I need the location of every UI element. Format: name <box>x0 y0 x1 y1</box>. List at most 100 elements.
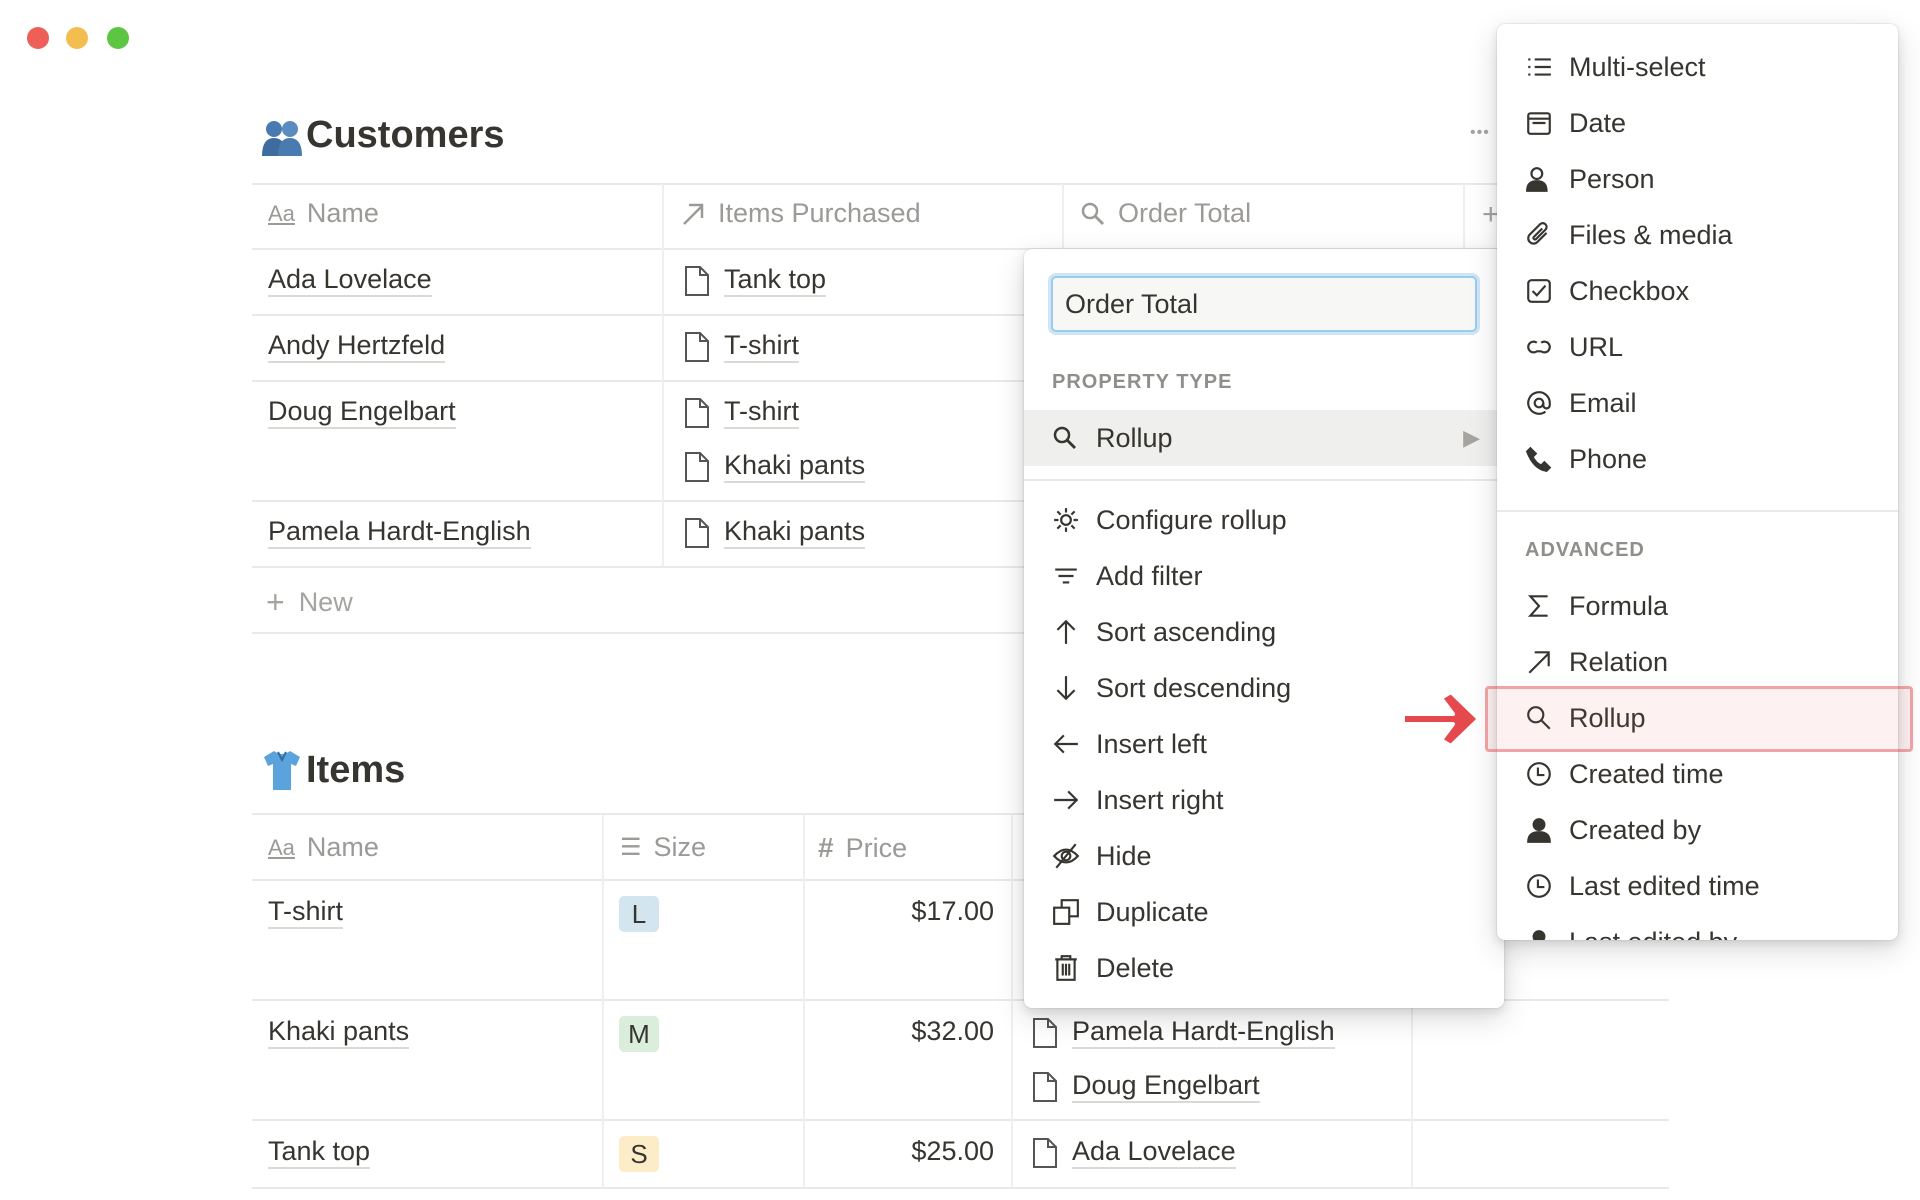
column-header-price[interactable]: # Price <box>818 832 907 864</box>
person-icon <box>1526 167 1548 192</box>
menu-item-add-filter[interactable]: Add filter <box>1024 549 1504 603</box>
item-name[interactable]: T-shirt <box>268 896 344 930</box>
item-name[interactable]: Khaki pants <box>268 1016 410 1050</box>
menu-item-created-time[interactable]: Created time <box>1497 747 1898 801</box>
menu-item-relation[interactable]: Relation <box>1497 635 1898 689</box>
table-row-name[interactable]: Tank top <box>268 1136 371 1170</box>
relation-item[interactable]: Khaki pants <box>684 450 866 484</box>
relation-label: T-shirt <box>724 396 800 430</box>
relation-item[interactable]: Pamela Hardt-English <box>1032 1016 1335 1050</box>
column-header-size[interactable]: ☰ Size <box>620 832 706 863</box>
table-row-name[interactable]: Doug Engelbart <box>268 396 456 430</box>
menu-item-multi-select[interactable]: Multi-select <box>1497 40 1898 94</box>
property-name-input[interactable] <box>1051 276 1477 332</box>
menu-item-files-media[interactable]: Files & media <box>1497 208 1898 262</box>
column-label: Name <box>306 198 379 228</box>
menu-item-phone[interactable]: Phone <box>1497 432 1898 486</box>
menu-item-label: Configure rollup <box>1096 504 1287 535</box>
menu-item-sort-ascending[interactable]: Sort ascending <box>1024 605 1504 659</box>
menu-item-hide[interactable]: Hide <box>1024 829 1504 883</box>
menu-item-created-by[interactable]: Created by <box>1497 803 1898 857</box>
column-header-name[interactable]: Aa Name <box>268 198 379 229</box>
property-type-select[interactable]: Rollup ▶ <box>1024 410 1504 466</box>
table-row-name[interactable]: Khaki pants <box>268 1016 410 1050</box>
column-label: Order Total <box>1118 198 1252 228</box>
menu-item-formula[interactable]: Formula <box>1497 579 1898 633</box>
menu-item-insert-right[interactable]: Insert right <box>1024 773 1504 827</box>
menu-item-delete[interactable]: Delete <box>1024 941 1504 995</box>
menu-item-label: Phone <box>1569 443 1648 474</box>
table-row-name[interactable]: T-shirt <box>268 896 344 930</box>
new-label: New <box>298 587 353 617</box>
menu-item-label: Duplicate <box>1096 896 1209 927</box>
new-row-button[interactable]: + New <box>266 584 353 621</box>
delete-icon <box>1055 955 1077 981</box>
page-icon <box>1033 1137 1057 1168</box>
menu-item-last-edited-by[interactable]: Last edited by <box>1497 915 1898 940</box>
column-header-items-purchased[interactable]: Items Purchased <box>680 198 921 229</box>
close-window-button[interactable] <box>27 27 49 49</box>
menu-item-label: Checkbox <box>1569 275 1690 306</box>
menu-item-duplicate[interactable]: Duplicate <box>1024 885 1504 939</box>
column-header-order-total[interactable]: Order Total <box>1080 198 1251 229</box>
table-row-name[interactable]: Pamela Hardt-English <box>268 516 531 550</box>
menu-item-email[interactable]: Email <box>1497 376 1898 430</box>
menu-item-label: Last edited by <box>1569 927 1737 941</box>
customer-name[interactable]: Andy Hertzfeld <box>268 330 446 364</box>
minimize-window-button[interactable] <box>66 27 88 49</box>
more-options-button[interactable]: ••• <box>1470 124 1490 142</box>
items-title: Items <box>260 748 405 792</box>
checkbox-icon <box>1527 279 1551 303</box>
text-aa-icon: Aa <box>268 834 295 860</box>
advanced-label: ADVANCED <box>1525 539 1645 561</box>
phone-icon <box>1525 446 1552 472</box>
menu-item-label: URL <box>1569 331 1624 362</box>
menu-item-label: Relation <box>1569 646 1669 677</box>
relation-label: Khaki pants <box>724 516 866 550</box>
menu-item-configure-rollup[interactable]: Configure rollup <box>1024 493 1504 547</box>
duplicate-icon <box>1053 899 1079 925</box>
column-label: Size <box>653 832 707 862</box>
relation-item[interactable]: Doug Engelbart <box>1032 1070 1260 1104</box>
busts-icon <box>262 120 302 156</box>
menu-item-label: Files & media <box>1569 219 1733 250</box>
red-arrow-icon <box>1401 690 1481 748</box>
relation-item[interactable]: Tank top <box>684 264 827 298</box>
relation-label: Tank top <box>724 264 827 298</box>
customer-name[interactable]: Ada Lovelace <box>268 264 432 298</box>
highlight-box <box>1485 686 1913 752</box>
maximize-window-button[interactable] <box>107 27 129 49</box>
add-filter-icon <box>1055 568 1077 584</box>
menu-item-date[interactable]: Date <box>1497 96 1898 150</box>
sort-ascending-icon <box>1056 619 1076 644</box>
table-row-name[interactable]: Andy Hertzfeld <box>268 330 446 364</box>
page-icon <box>1033 1071 1057 1102</box>
menu-item-checkbox[interactable]: Checkbox <box>1497 264 1898 318</box>
size-tag: S <box>619 1136 659 1172</box>
relation-item[interactable]: Khaki pants <box>684 516 866 550</box>
customer-name[interactable]: Pamela Hardt-English <box>268 516 531 550</box>
menu-item-last-edited-time[interactable]: Last edited time <box>1497 859 1898 913</box>
customer-name[interactable]: Doug Engelbart <box>268 396 456 430</box>
configure-rollup-icon <box>1054 508 1078 532</box>
relation-item[interactable]: Ada Lovelace <box>1032 1136 1236 1170</box>
page-icon <box>685 517 709 548</box>
customers-title: Customers <box>260 114 505 157</box>
created-by-icon <box>1527 818 1551 843</box>
search-icon <box>1053 426 1076 449</box>
email-icon <box>1527 391 1551 415</box>
column-header-name[interactable]: Aa Name <box>268 832 379 863</box>
relation-label: Doug Engelbart <box>1072 1070 1260 1104</box>
page-icon <box>685 451 709 482</box>
menu-item-label: Last edited time <box>1569 870 1760 901</box>
menu-item-label: Hide <box>1096 840 1152 871</box>
relation-icon <box>1528 651 1550 674</box>
item-name[interactable]: Tank top <box>268 1136 371 1170</box>
menu-item-label: Sort ascending <box>1096 616 1277 647</box>
relation-item[interactable]: T-shirt <box>684 330 800 364</box>
menu-item-person[interactable]: Person <box>1497 152 1898 206</box>
created-time-icon <box>1527 762 1551 786</box>
relation-item[interactable]: T-shirt <box>684 396 800 430</box>
menu-item-url[interactable]: URL <box>1497 320 1898 374</box>
table-row-name[interactable]: Ada Lovelace <box>268 264 432 298</box>
